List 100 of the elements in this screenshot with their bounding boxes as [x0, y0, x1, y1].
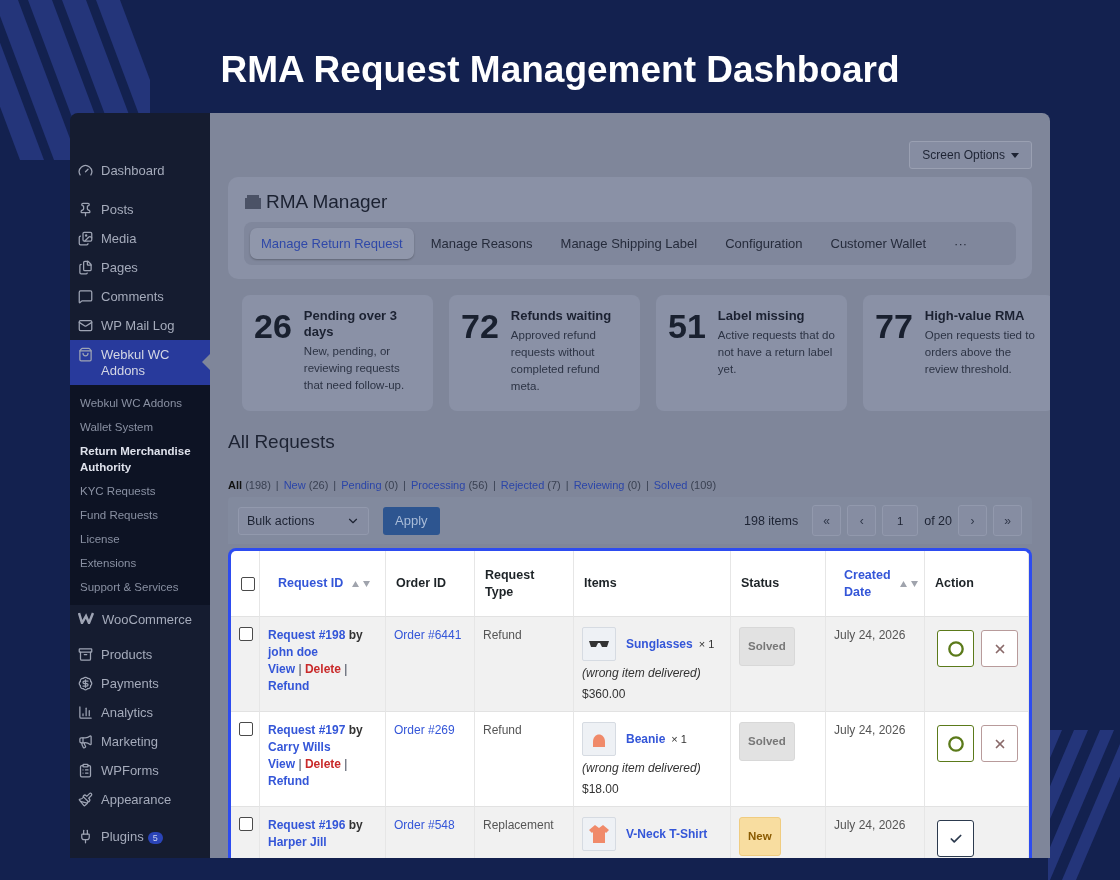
approve-button[interactable]: [937, 725, 974, 762]
checkbox[interactable]: [241, 576, 255, 591]
filter-count: (0): [627, 479, 641, 491]
page-input[interactable]: 1: [882, 505, 919, 536]
filter-count: (198): [245, 479, 271, 491]
sidebar-item[interactable]: Analytics: [70, 698, 210, 727]
request-link[interactable]: Request #198: [268, 628, 346, 642]
product-link[interactable]: Beanie: [626, 730, 666, 748]
customer-link[interactable]: john doe: [268, 645, 318, 659]
checkbox[interactable]: [239, 722, 253, 736]
sort-arrows-icon: [351, 579, 372, 588]
items-count: 198 items: [744, 513, 799, 528]
product-link[interactable]: Sunglasses: [626, 635, 693, 653]
row-action-link[interactable]: Delete: [304, 757, 341, 771]
reject-button[interactable]: [981, 630, 1018, 667]
sidebar-item[interactable]: WooCommerce: [70, 605, 210, 634]
last-page-button[interactable]: »: [993, 505, 1022, 536]
submenu-item[interactable]: KYC Requests: [70, 479, 210, 503]
bulk-actions-select[interactable]: Bulk actions: [238, 506, 369, 535]
product-link[interactable]: V-Neck T-Shirt: [626, 825, 708, 843]
order-link[interactable]: Order #269: [394, 723, 455, 737]
complete-button[interactable]: [937, 820, 974, 857]
gauge-icon: [78, 163, 93, 178]
caret-icon: [1011, 152, 1019, 158]
separator: |: [275, 479, 279, 491]
by-label: by: [348, 818, 363, 832]
submenu-item[interactable]: Fund Requests: [70, 503, 210, 527]
submenu-item[interactable]: Extensions: [70, 551, 210, 575]
sidebar-item[interactable]: Appearance: [70, 785, 210, 814]
quantity: × 1: [671, 731, 687, 747]
filter-link[interactable]: All: [228, 479, 243, 491]
quantity: × 1: [698, 636, 715, 652]
page-total: of 20: [924, 513, 952, 528]
sort-arrows-icon: [898, 579, 919, 588]
order-link[interactable]: Order #6441: [394, 628, 462, 642]
plug-icon: [78, 829, 93, 844]
screen-options-button[interactable]: Screen Options: [909, 141, 1032, 169]
separator: |: [403, 479, 406, 491]
customer-link[interactable]: Carry Wills: [268, 740, 331, 754]
row-action-link[interactable]: Refund: [268, 774, 310, 788]
request-link[interactable]: Request #196: [268, 818, 346, 832]
t-shirt-icon: [588, 824, 610, 844]
price: $360.00: [582, 686, 627, 703]
row-action-link[interactable]: Delete: [304, 662, 341, 676]
approve-button[interactable]: [937, 630, 974, 667]
sidebar-item[interactable]: Marketing: [70, 727, 210, 756]
previous-page-button[interactable]: ‹: [847, 505, 877, 536]
stat-value: 77: [875, 308, 913, 347]
reject-button[interactable]: [981, 725, 1018, 762]
tab[interactable]: Manage Reasons: [419, 228, 544, 259]
by-label: by: [348, 628, 363, 642]
envelope-icon: [78, 318, 93, 333]
next-page-button[interactable]: ›: [958, 505, 987, 536]
row-action-link[interactable]: Refund: [268, 679, 310, 693]
images-icon: [78, 231, 93, 246]
stat-title: Pending over 3 days: [303, 308, 399, 340]
checkbox[interactable]: [239, 817, 253, 831]
status-badge: New: [739, 817, 781, 856]
created-date: July 24, 2026: [834, 818, 906, 832]
tab[interactable]: Manage Shipping Label: [549, 228, 709, 259]
sidebar-item[interactable]: Webkul WC Addons: [70, 340, 210, 385]
sidebar-item[interactable]: Posts: [70, 195, 210, 224]
sidebar-item[interactable]: Plugins 5: [70, 822, 210, 852]
request-type: Refund: [483, 723, 522, 737]
return-reason: (wrong item delivered): [582, 760, 702, 777]
sidebar-item[interactable]: Media: [70, 224, 210, 253]
count-badge: 5: [147, 832, 163, 844]
manager-title: RMA Manager: [266, 191, 388, 213]
submenu-item[interactable]: Return Merchandise Authority: [70, 439, 210, 479]
submenu-item[interactable]: License: [70, 527, 210, 551]
order-link[interactable]: Order #548: [394, 818, 455, 832]
tab[interactable]: ···: [943, 228, 979, 259]
sidebar-item[interactable]: Dashboard: [70, 156, 210, 185]
sidebar-item[interactable]: Payments: [70, 669, 210, 698]
sidebar-item[interactable]: WPForms: [70, 756, 210, 785]
row-action-link[interactable]: View: [268, 757, 296, 771]
sidebar-item[interactable]: Pages: [70, 253, 210, 282]
row-action-link[interactable]: View: [268, 662, 296, 676]
archive-icon: [78, 647, 93, 662]
request-link[interactable]: Request #197: [268, 723, 346, 737]
sidebar-item[interactable]: WP Mail Log: [70, 311, 210, 340]
submenu-item[interactable]: Webkul WC Addons: [70, 391, 210, 415]
apply-button[interactable]: Apply: [383, 506, 440, 535]
request-type: Refund: [483, 628, 522, 642]
submenu-item[interactable]: Wallet System: [70, 415, 210, 439]
checkbox[interactable]: [239, 627, 253, 641]
submenu-item[interactable]: Support & Services: [70, 575, 210, 599]
tab[interactable]: Customer Wallet: [819, 228, 938, 259]
stat-description: Open requests tied to orders above the review threshold.: [924, 328, 1036, 377]
sidebar-item[interactable]: Comments: [70, 282, 210, 311]
stat-value: 26: [254, 308, 292, 347]
separator: |: [344, 757, 348, 771]
separator: |: [298, 662, 302, 676]
tab[interactable]: Configuration: [714, 228, 814, 259]
first-page-button[interactable]: «: [812, 505, 842, 536]
brush-icon: [78, 792, 93, 807]
stat-value: 51: [668, 308, 706, 347]
stat-title: Label missing: [717, 308, 806, 324]
sidebar-item[interactable]: Products: [70, 640, 210, 669]
customer-link[interactable]: Harper Jill: [268, 835, 327, 849]
